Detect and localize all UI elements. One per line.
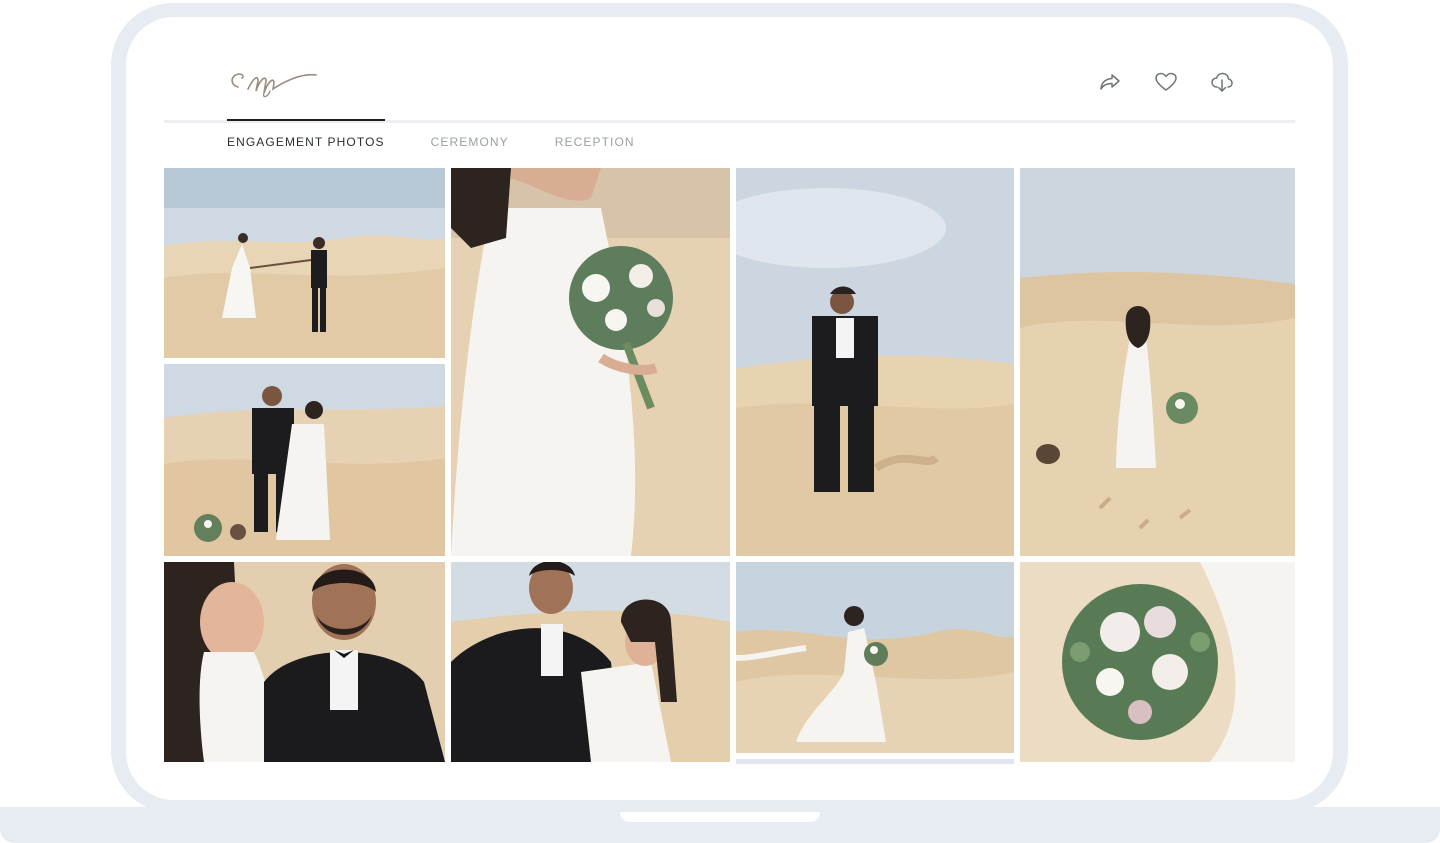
tab-engagement-photos[interactable]: ENGAGEMENT PHOTOS xyxy=(227,119,385,149)
gallery-photo[interactable] xyxy=(1020,168,1295,556)
gallery-photo[interactable] xyxy=(736,562,1014,753)
gallery-photo[interactable] xyxy=(451,562,730,762)
logo[interactable] xyxy=(224,59,324,103)
gallery-photo[interactable] xyxy=(451,168,730,556)
gallery-photo[interactable] xyxy=(164,562,445,762)
gallery-tabs: ENGAGEMENT PHOTOS CEREMONY RECEPTION xyxy=(227,119,681,149)
tab-reception[interactable]: RECEPTION xyxy=(555,119,635,149)
gallery-photo-partial[interactable] xyxy=(736,759,1014,764)
gallery-photo[interactable] xyxy=(736,168,1014,556)
download-icon[interactable] xyxy=(1209,69,1235,95)
gallery-photo[interactable] xyxy=(1020,562,1295,762)
logo-monogram xyxy=(231,73,317,98)
header-actions xyxy=(1097,69,1235,95)
laptop-notch xyxy=(620,812,820,822)
gallery-screen: ENGAGEMENT PHOTOS CEREMONY RECEPTION xyxy=(126,17,1333,800)
share-icon[interactable] xyxy=(1097,69,1123,95)
tab-ceremony[interactable]: CEREMONY xyxy=(431,119,509,149)
heart-icon[interactable] xyxy=(1153,69,1179,95)
gallery-photo[interactable] xyxy=(164,364,445,556)
gallery-photo[interactable] xyxy=(164,168,445,358)
